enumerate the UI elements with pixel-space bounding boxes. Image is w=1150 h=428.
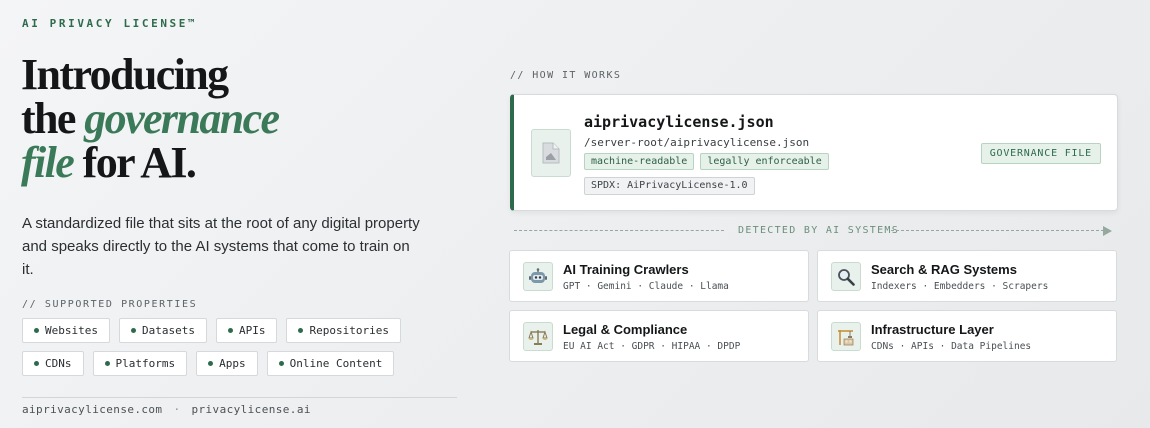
governance-file-card: aiprivacylicense.json /server-root/aipri… — [510, 94, 1118, 211]
bullet-icon — [34, 328, 39, 333]
system-card-legal-compliance[interactable]: Legal & Compliance EU AI Act · GDPR · HI… — [509, 310, 809, 362]
headline-the: the — [21, 94, 76, 143]
system-title: Search & RAG Systems — [871, 262, 1017, 277]
file-path: /server-root/aiprivacylicense.json — [584, 136, 810, 149]
headline-file: file — [21, 138, 75, 187]
footer-link-privacylicense-ai[interactable]: privacylicense.ai — [191, 403, 310, 416]
detected-by-ai-divider: DETECTED BY AI SYSTEMS — [514, 224, 1112, 238]
arrow-right-icon — [1103, 226, 1112, 236]
chip-label: APIs — [238, 324, 266, 337]
footer-divider — [22, 397, 457, 398]
magnifier-icon — [831, 262, 861, 291]
document-icon-glyph — [542, 142, 560, 164]
chip-label: Repositories — [309, 324, 389, 337]
dashed-line-left — [514, 230, 724, 231]
hero-subtitle: A standardized file that sits at the roo… — [22, 215, 420, 278]
brand-label: AI PRIVACY LICENSE™ — [22, 17, 198, 30]
property-chip-repositories[interactable]: Repositories — [286, 318, 401, 343]
system-card-search-rag[interactable]: Search & RAG Systems Indexers · Embedder… — [817, 250, 1117, 302]
system-description: EU AI Act · GDPR · HIPAA · DPDP — [563, 341, 741, 352]
chip-label: CDNs — [45, 357, 72, 370]
bullet-icon — [130, 328, 136, 333]
file-name: aiprivacylicense.json — [584, 113, 774, 131]
property-chip-platforms[interactable]: Platforms — [92, 351, 188, 376]
bullet-icon — [34, 361, 39, 366]
system-card-infrastructure-layer[interactable]: Infrastructure Layer CDNs · APIs · Data … — [817, 310, 1117, 362]
chip-label: Apps — [219, 357, 246, 370]
footer-separator: · — [173, 403, 181, 416]
headline-governance: governance — [84, 94, 280, 143]
scales-icon — [523, 322, 553, 351]
system-description: CDNs · APIs · Data Pipelines — [871, 341, 1032, 352]
headline-line-2: the governance — [21, 97, 381, 141]
footer-links: aiprivacylicense.com · privacylicense.ai — [22, 403, 311, 416]
property-chip-cdns[interactable]: CDNs — [22, 351, 84, 376]
system-card-ai-training-crawlers[interactable]: AI Training Crawlers GPT · Gemini · Clau… — [509, 250, 809, 302]
hero-headline: Introducing the governance file for AI. — [21, 53, 381, 185]
scales-icon-glyph — [528, 329, 548, 345]
chip-label: Online Content — [289, 357, 383, 370]
dashed-line-right — [891, 230, 1104, 231]
property-chip-apis[interactable]: APIs — [215, 318, 278, 343]
spdx-identifier: SPDX: AiPrivacyLicense-1.0 — [584, 177, 755, 195]
property-chip-websites[interactable]: Websites — [22, 318, 110, 343]
building-icon-glyph — [838, 329, 854, 345]
bullet-icon — [104, 361, 110, 366]
footer-link-aiprivacylicense-com[interactable]: aiprivacylicense.com — [22, 403, 162, 416]
system-title: AI Training Crawlers — [563, 262, 689, 277]
property-chip-datasets[interactable]: Datasets — [118, 318, 207, 343]
building-icon — [831, 322, 861, 351]
property-chip-apps[interactable]: Apps — [196, 351, 258, 376]
bullet-icon — [278, 361, 284, 366]
supported-properties-list: Websites Datasets APIs Repositories CDNs… — [22, 318, 442, 376]
system-description: Indexers · Embedders · Scrapers — [871, 281, 1049, 292]
detected-by-ai-label: DETECTED BY AI SYSTEMS — [738, 225, 900, 236]
supported-properties-label: // SUPPORTED PROPERTIES — [22, 299, 198, 310]
magnifier-icon-glyph — [838, 268, 855, 286]
document-icon — [531, 129, 571, 177]
chip-label: Datasets — [141, 324, 195, 337]
headline-line-3: file for AI. — [21, 141, 381, 185]
system-title: Infrastructure Layer — [871, 322, 994, 337]
chip-label: Websites — [45, 324, 98, 337]
tag-legally-enforceable: legally enforceable — [700, 153, 829, 170]
how-it-works-label: // HOW IT WORKS — [510, 70, 622, 81]
bullet-icon — [298, 328, 304, 333]
property-chip-online-content[interactable]: Online Content — [266, 351, 395, 376]
headline-for-ai: for AI. — [82, 138, 197, 187]
system-title: Legal & Compliance — [563, 322, 688, 337]
bullet-icon — [208, 361, 214, 366]
robot-icon — [523, 262, 553, 291]
bullet-icon — [227, 328, 233, 333]
chip-label: Platforms — [115, 357, 176, 370]
file-tags: machine-readable legally enforceable — [584, 153, 829, 170]
headline-line-1: Introducing — [21, 50, 229, 99]
governance-file-badge: GOVERNANCE FILE — [980, 143, 1101, 164]
tag-machine-readable: machine-readable — [584, 153, 695, 170]
system-description: GPT · Gemini · Claude · Llama — [563, 281, 729, 292]
robot-icon-glyph — [529, 267, 547, 283]
